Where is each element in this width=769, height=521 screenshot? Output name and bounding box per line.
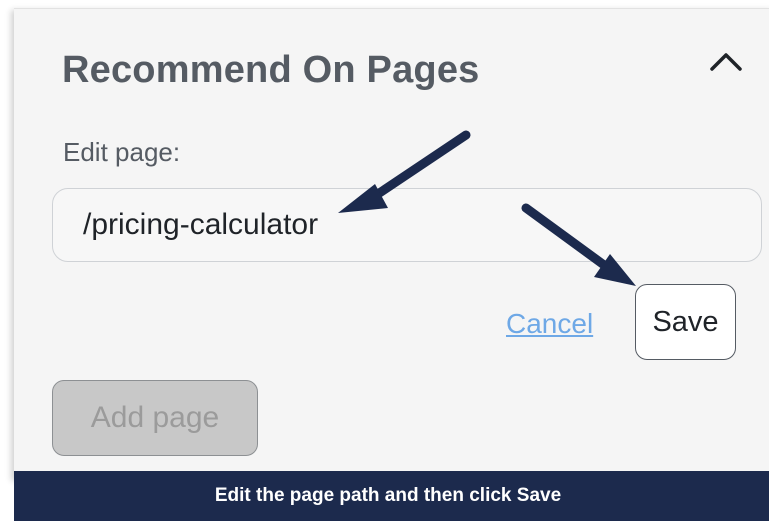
caption-bar: Edit the page path and then click Save	[14, 471, 769, 521]
chevron-up-icon[interactable]	[708, 47, 744, 75]
page: Recommend On Pages Edit page: Cancel Sav…	[0, 0, 769, 521]
edit-page-label: Edit page:	[63, 137, 181, 167]
page-path-input[interactable]	[52, 188, 762, 262]
caption-text: Edit the page path and then click Save	[214, 485, 562, 506]
cancel-link[interactable]: Cancel	[506, 308, 593, 340]
section-title: Recommend On Pages	[62, 49, 480, 91]
add-page-button[interactable]: Add page	[52, 380, 258, 456]
recommend-on-pages-panel: Recommend On Pages Edit page: Cancel Sav…	[14, 8, 769, 479]
save-button[interactable]: Save	[635, 284, 736, 360]
